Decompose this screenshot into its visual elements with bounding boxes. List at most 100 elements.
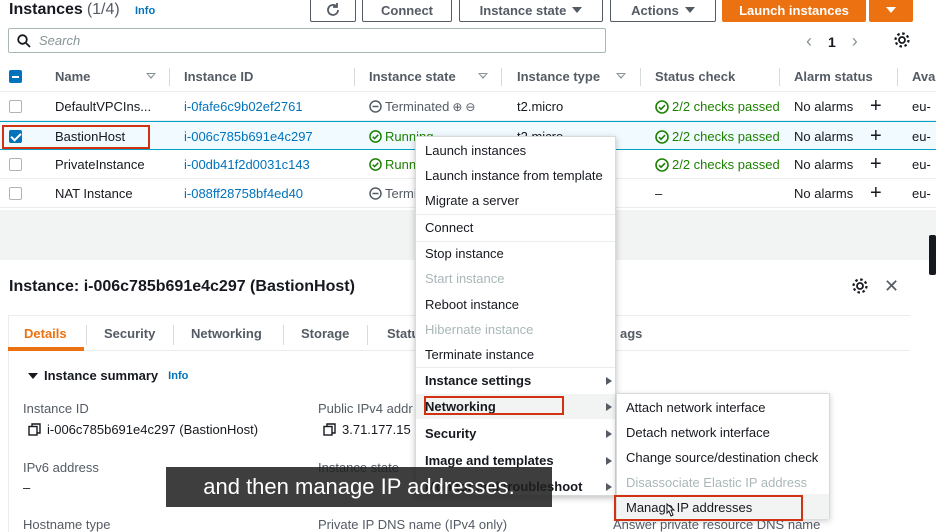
menu-item-reboot-instance[interactable]: Reboot instance xyxy=(425,297,519,312)
column-divider xyxy=(354,68,355,86)
column-alarm-status[interactable]: Alarm status xyxy=(794,69,873,84)
instance-id-link[interactable]: i-006c785b691e4c297 xyxy=(184,129,313,144)
zoom-in-icon[interactable]: ⊕ xyxy=(452,100,462,114)
menu-item-migrate-server[interactable]: Migrate a server xyxy=(425,193,519,208)
column-divider xyxy=(640,68,641,86)
row-checkbox[interactable] xyxy=(9,100,22,113)
copy-icon[interactable] xyxy=(323,423,336,436)
column-status-check[interactable]: Status check xyxy=(655,69,735,84)
column-instance-id[interactable]: Instance ID xyxy=(184,69,253,84)
gear-icon[interactable] xyxy=(851,277,869,298)
status-text: 2/2 checks passed xyxy=(672,157,780,172)
column-instance-type[interactable]: Instance type xyxy=(517,69,600,84)
copy-icon[interactable] xyxy=(28,423,41,436)
search-icon xyxy=(17,33,31,48)
zoom-out-icon[interactable]: ⊖ xyxy=(465,100,475,114)
add-alarm-icon[interactable]: + xyxy=(870,126,882,146)
menu-item-instance-settings[interactable]: Instance settings xyxy=(425,373,531,388)
submenu-item-source-dest-check[interactable]: Change source/destination check xyxy=(626,450,818,465)
highlight-box xyxy=(2,125,150,149)
submenu-item-disassociate-eip[interactable]: Disassociate Elastic IP address xyxy=(626,475,807,490)
tab-networking[interactable]: Networking xyxy=(191,326,262,341)
tab-tags[interactable]: ags xyxy=(620,326,642,341)
select-all-checkbox[interactable] xyxy=(9,70,22,83)
alarm-status: No alarms xyxy=(794,186,854,201)
chevron-down-icon xyxy=(886,7,896,13)
status-text: 2/2 checks passed xyxy=(672,129,780,144)
instance-id-label: Instance ID xyxy=(23,401,89,416)
column-divider xyxy=(779,68,780,86)
chevron-right-icon xyxy=(606,377,612,385)
chevron-right-icon xyxy=(606,430,612,438)
alarm-status: No alarms xyxy=(794,99,854,114)
connect-button[interactable]: Connect xyxy=(362,0,452,22)
check-circle-icon xyxy=(655,157,669,172)
instance-type: t2.micro xyxy=(517,99,564,114)
connect-label: Connect xyxy=(381,2,433,18)
chevron-right-icon xyxy=(606,403,612,411)
submenu-item-detach-interface[interactable]: Detach network interface xyxy=(626,425,770,440)
hostname-type-label: Hostname type xyxy=(23,517,111,532)
refresh-button[interactable] xyxy=(310,0,356,22)
menu-item-connect[interactable]: Connect xyxy=(425,220,473,235)
launch-dropdown-button[interactable] xyxy=(869,0,913,22)
availability-zone: eu- xyxy=(912,129,931,144)
resize-handle[interactable] xyxy=(929,235,936,275)
menu-item-image-and-templates[interactable]: Image and templates xyxy=(425,453,554,468)
actions-dropdown[interactable]: Actions xyxy=(610,0,716,22)
chevron-left-icon[interactable]: ‹ xyxy=(806,31,812,52)
menu-item-launch-from-template[interactable]: Launch instance from template xyxy=(425,168,603,183)
column-availability-zone[interactable]: Ava xyxy=(912,69,935,84)
menu-item-launch-instances[interactable]: Launch instances xyxy=(425,143,526,158)
menu-item-terminate-instance[interactable]: Terminate instance xyxy=(425,347,534,362)
page-title: Instances (1/4) xyxy=(9,1,120,19)
chevron-down-icon xyxy=(572,7,583,13)
menu-divider xyxy=(416,367,615,368)
row-checkbox[interactable] xyxy=(9,158,22,171)
close-icon[interactable]: ✕ xyxy=(884,276,899,297)
pagination: ‹ 1 › xyxy=(806,31,858,52)
instance-id-link[interactable]: i-088ff28758bf4ed40 xyxy=(184,186,303,201)
sort-icon[interactable] xyxy=(146,73,156,79)
add-alarm-icon[interactable]: + xyxy=(870,154,882,174)
tab-storage[interactable]: Storage xyxy=(301,326,349,341)
add-alarm-icon[interactable]: + xyxy=(870,183,882,203)
submenu-item-attach-interface[interactable]: Attach network interface xyxy=(626,400,765,415)
tab-divider xyxy=(367,325,368,345)
chevron-right-icon[interactable]: › xyxy=(852,31,858,52)
menu-item-hibernate-instance[interactable]: Hibernate instance xyxy=(425,322,533,337)
availability-zone: eu- xyxy=(912,157,931,172)
sort-icon[interactable] xyxy=(616,73,626,79)
status-check: 2/2 checks passed xyxy=(655,129,780,144)
menu-item-stop-instance[interactable]: Stop instance xyxy=(425,246,504,261)
alarm-status: No alarms xyxy=(794,129,854,144)
ipv6-label: IPv6 address xyxy=(23,460,99,475)
info-link[interactable]: Info xyxy=(135,5,155,17)
menu-item-security[interactable]: Security xyxy=(425,426,476,441)
launch-instances-button[interactable]: Launch instances xyxy=(722,0,866,22)
page-number[interactable]: 1 xyxy=(828,34,836,50)
private-dns-label: Private IP DNS name (IPv4 only) xyxy=(318,517,508,532)
column-instance-state[interactable]: Instance state xyxy=(369,69,456,84)
tab-details[interactable]: Details xyxy=(24,326,67,341)
instance-summary-header[interactable]: Instance summary Info xyxy=(28,368,188,383)
tab-security[interactable]: Security xyxy=(104,326,155,341)
instance-id-link[interactable]: i-00db41f2d0031c143 xyxy=(184,157,310,172)
search-placeholder: Search xyxy=(39,33,81,48)
gear-icon[interactable] xyxy=(893,31,911,52)
column-divider xyxy=(501,68,502,86)
menu-divider xyxy=(416,214,615,215)
instance-id-link[interactable]: i-0fafe6c9b02ef2761 xyxy=(184,99,303,114)
sort-icon[interactable] xyxy=(478,73,488,79)
table-row[interactable]: DefaultVPCIns... i-0fafe6c9b02ef2761 Ter… xyxy=(0,92,936,121)
menu-item-start-instance[interactable]: Start instance xyxy=(425,271,505,286)
check-circle-icon xyxy=(655,99,669,114)
row-checkbox[interactable] xyxy=(9,187,22,200)
add-alarm-icon[interactable]: + xyxy=(870,96,882,116)
search-input[interactable]: Search xyxy=(8,28,606,53)
instance-state-dropdown[interactable]: Instance state xyxy=(459,0,603,22)
chevron-right-icon xyxy=(606,457,612,465)
column-name[interactable]: Name xyxy=(55,69,90,84)
alarm-status: No alarms xyxy=(794,157,854,172)
info-link[interactable]: Info xyxy=(168,370,188,382)
